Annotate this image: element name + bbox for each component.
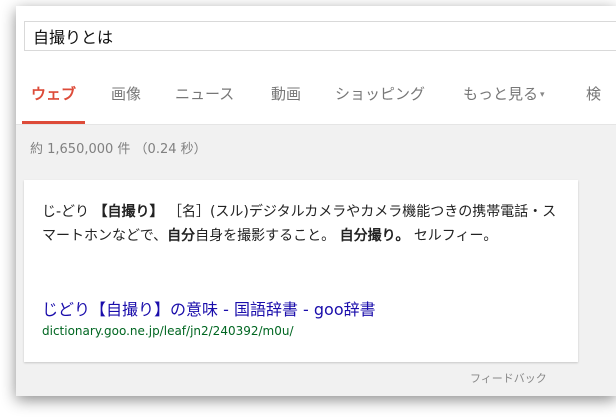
definition-text: 自身を撮影すること。 [195, 228, 336, 244]
result-url: dictionary.goo.ne.jp/leaf/jn2/240392/m0u… [42, 324, 294, 338]
feedback-link[interactable]: フィードバック [470, 370, 547, 386]
tab-news[interactable]: ニュース [175, 64, 234, 124]
definition-text: セルフィー。 [413, 228, 498, 244]
tab-search-tools[interactable]: 検 [586, 64, 601, 124]
highlight-term: 自分 [167, 228, 196, 244]
active-tab-indicator [22, 121, 86, 124]
browser-window: ウェブ 画像 ニュース 動画 ショッピング もっと見る▾ 検 約 1,650,0… [16, 6, 616, 396]
tab-label: 画像 [111, 85, 142, 103]
highlight-term: 自分撮り。 [339, 228, 410, 244]
part-of-speech: ［名］ [167, 204, 210, 220]
reading: じ‐どり [42, 204, 90, 220]
tab-label: 動画 [271, 85, 302, 103]
search-area [16, 6, 616, 64]
tab-label: ショッピング [335, 85, 426, 103]
tab-videos[interactable]: 動画 [271, 64, 301, 124]
tab-web[interactable]: ウェブ [22, 64, 86, 124]
tab-more[interactable]: もっと見る ▾ [463, 64, 545, 124]
tab-label: ニュース [175, 85, 235, 103]
search-tabs: ウェブ 画像 ニュース 動画 ショッピング もっと見る ▾ 検 [16, 64, 616, 125]
answer-card: じ‐どり 【自撮り】 ［名］(スル)デジタルカメラやカメラ機能つきの携帯電話・ス… [24, 180, 578, 362]
search-input[interactable] [24, 21, 616, 51]
tab-images[interactable]: 画像 [111, 64, 141, 124]
result-stats: 約 1,650,000 件 （0.24 秒） [30, 142, 207, 157]
result-title-link[interactable]: じどり【自撮り】の意味 - 国語辞書 - goo辞書 [42, 296, 376, 320]
headword: 【自撮り】 [93, 204, 164, 220]
definition-snippet: じ‐どり 【自撮り】 ［名］(スル)デジタルカメラやカメラ機能つきの携帯電話・ス… [42, 200, 562, 248]
tab-label: 検 [586, 85, 602, 103]
chevron-down-icon: ▾ [540, 90, 545, 100]
tab-label: もっと見る [463, 85, 539, 103]
tab-label: ウェブ [31, 85, 77, 103]
tab-shopping[interactable]: ショッピング [335, 64, 425, 124]
